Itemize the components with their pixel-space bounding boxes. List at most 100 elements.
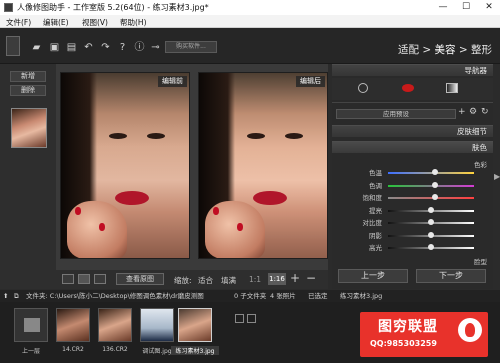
slider-track[interactable] xyxy=(388,197,474,199)
snapshot-thumbnail[interactable] xyxy=(11,108,47,148)
mode-separator: > xyxy=(422,44,432,56)
gear-icon[interactable]: ⚙ xyxy=(469,107,477,117)
open-folder-icon[interactable]: ▰ xyxy=(31,42,42,53)
red-eye-icon[interactable] xyxy=(402,84,414,92)
slider-track[interactable] xyxy=(388,172,474,174)
circle-tool-icon[interactable] xyxy=(358,83,368,93)
zoom-out-button[interactable]: − xyxy=(306,271,316,285)
previous-step-button[interactable]: 上一步 xyxy=(338,269,408,283)
slider-label: 色温 xyxy=(369,169,382,177)
split-view-icon[interactable] xyxy=(78,274,90,284)
slider-label: 高光 xyxy=(369,244,382,252)
slider-row: 饱和度 xyxy=(332,193,493,205)
collapse-right-icon[interactable]: ▶ xyxy=(494,172,500,184)
skin-color-header[interactable]: 肤色 xyxy=(332,141,493,153)
slider-track[interactable] xyxy=(388,184,474,187)
slider-row: 阴影 xyxy=(332,231,493,243)
buy-software-button[interactable]: 购买软件... xyxy=(165,41,217,53)
slider-knob[interactable] xyxy=(428,219,434,225)
close-button[interactable]: ✕ xyxy=(478,1,500,14)
slider-knob[interactable] xyxy=(432,194,439,200)
slider-label: 色调 xyxy=(369,181,382,190)
selected-count: 已选定 xyxy=(308,292,328,300)
watermark-qq: QQ:985303259 xyxy=(370,339,437,348)
zoom-fill-button[interactable]: 填满 xyxy=(221,275,236,286)
photo-count: 4 张照片 xyxy=(270,292,296,300)
minimize-button[interactable]: — xyxy=(432,1,454,14)
maximize-button[interactable]: ☐ xyxy=(455,1,477,14)
after-label: 编辑后 xyxy=(296,76,325,87)
slider-knob[interactable] xyxy=(428,231,434,238)
viewer-toolbar: 查看原图 缩放: 适合 填满 1:1 1:16 + − xyxy=(56,270,328,289)
up-arrow-icon[interactable]: ⬆ xyxy=(3,290,8,302)
before-label: 编辑前 xyxy=(158,76,187,87)
menu-help[interactable]: 帮助(H) xyxy=(120,17,147,28)
film-label: 136.CR2 xyxy=(102,346,128,353)
nail-shape xyxy=(237,223,243,231)
folder-path[interactable]: 文件夹: C:\Users\陈小二\Desktop\修图调色素材\dr磨皮测图 xyxy=(26,290,204,302)
slider-row: 高光 xyxy=(332,243,493,255)
info-icon[interactable]: ⓘ xyxy=(134,42,145,53)
view-original-button[interactable]: 查看原图 xyxy=(116,273,164,285)
film-item[interactable] xyxy=(56,308,90,342)
mode-shape[interactable]: 整形 xyxy=(471,44,492,56)
new-button[interactable]: 新增 xyxy=(10,71,46,82)
watermark-name: 图穷联盟 xyxy=(378,319,438,335)
brush-tool-icon[interactable] xyxy=(446,83,458,93)
next-step-button[interactable]: 下一步 xyxy=(416,269,486,283)
slider-knob[interactable] xyxy=(432,181,439,188)
tool-icons xyxy=(332,78,493,100)
path-bar: ⬆ ⧉ 文件夹: C:\Users\陈小二\Desktop\修图调色素材\dr磨… xyxy=(0,290,500,302)
slider-label: 阴影 xyxy=(369,231,382,240)
mode-adapt[interactable]: 适配 xyxy=(398,44,419,56)
film-label: 14.CR2 xyxy=(62,346,84,353)
zoom-fit-button[interactable]: 适合 xyxy=(198,275,213,286)
nail-shape xyxy=(75,207,81,215)
nail-shape xyxy=(99,223,105,231)
plugin-icon[interactable]: ⊸ xyxy=(150,42,161,53)
nail-shape xyxy=(213,207,219,215)
save-as-icon[interactable]: ▤ xyxy=(66,42,77,53)
folder-icon: ⧉ xyxy=(14,292,19,300)
view-toggle-icon[interactable] xyxy=(235,314,244,323)
redo-icon[interactable]: ↷ xyxy=(100,42,111,53)
eye-shape xyxy=(109,133,127,139)
compare-view-icon[interactable] xyxy=(94,274,106,284)
slider-knob[interactable] xyxy=(428,244,434,250)
logo-icon xyxy=(6,36,20,56)
help-icon[interactable]: ? xyxy=(117,42,128,53)
film-item-selected[interactable] xyxy=(178,308,212,342)
after-photo[interactable]: 编辑后 xyxy=(198,72,328,259)
add-preset-icon[interactable]: + xyxy=(458,107,466,117)
delete-button[interactable]: 删除 xyxy=(10,85,46,96)
skin-detail-header[interactable]: 皮肤细节 xyxy=(332,125,493,137)
folder-up-icon xyxy=(24,318,40,332)
save-icon[interactable]: ▣ xyxy=(49,42,60,53)
title-bar: 人像修图助手 - 工作室版 5.2(64位) - 练习素材3.jpg* — ☐ … xyxy=(0,0,500,15)
mode-beauty[interactable]: 美容 xyxy=(435,44,456,56)
menu-edit[interactable]: 编辑(E) xyxy=(43,17,69,28)
film-item[interactable] xyxy=(98,308,132,342)
left-panel: 新增 删除 xyxy=(0,64,56,289)
reset-icon[interactable]: ↻ xyxy=(481,107,489,117)
undo-icon[interactable]: ↶ xyxy=(83,42,94,53)
zoom-label: 缩放: xyxy=(174,276,192,285)
menu-file[interactable]: 文件(F) xyxy=(6,17,31,28)
mode-switcher: 适配 > 美容 > 整形 xyxy=(398,42,492,57)
zoom-in-button[interactable]: + xyxy=(290,271,300,285)
film-item-up[interactable] xyxy=(14,308,48,342)
slider-knob[interactable] xyxy=(432,169,439,175)
grid-toggle-icon[interactable] xyxy=(247,314,256,323)
slider-knob[interactable] xyxy=(428,206,434,213)
mode-separator: > xyxy=(458,44,468,56)
menu-view[interactable]: 视图(V) xyxy=(82,17,108,28)
zoom-1to1-button[interactable]: 1:1 xyxy=(249,275,261,284)
navigator-header[interactable]: 导航器 xyxy=(332,64,493,76)
zoom-level[interactable]: 1:16 xyxy=(268,273,286,285)
before-photo[interactable]: 编辑前 xyxy=(60,72,190,259)
film-item[interactable] xyxy=(140,308,174,342)
divider xyxy=(332,102,493,103)
eye-shape xyxy=(247,133,265,139)
single-view-icon[interactable] xyxy=(62,274,74,284)
preset-dropdown[interactable]: 应用预设 xyxy=(336,109,456,119)
